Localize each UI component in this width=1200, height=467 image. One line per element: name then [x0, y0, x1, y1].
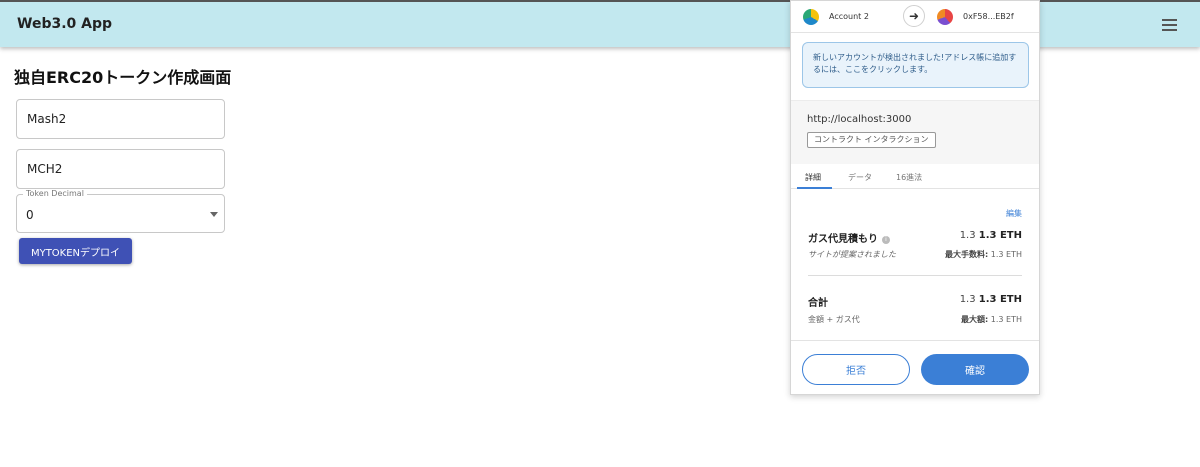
tab-hex[interactable]: 16進法 — [896, 172, 922, 183]
token-name-field[interactable] — [16, 99, 225, 139]
to-address[interactable]: 0xF58...EB2f — [963, 12, 1014, 21]
total-label: 合計 — [808, 298, 828, 309]
total-amount: 1.3 1.3 ETH — [960, 294, 1022, 305]
tab-data[interactable]: データ — [848, 172, 872, 183]
gas-amount: 1.3 1.3 ETH — [960, 230, 1022, 241]
gas-max-fee-value: 1.3 ETH — [990, 250, 1022, 259]
wallet-confirm-popup: Account 2 ➜ 0xF58...EB2f 新しいアカウントが検出されまし… — [790, 0, 1040, 395]
info-icon[interactable]: i — [882, 236, 890, 244]
gas-estimate-label: ガス代見積もり — [808, 234, 878, 245]
origin-area: http://localhost:3000 コントラクト インタラクション — [791, 100, 1039, 164]
app-title: Web3.0 App — [17, 16, 113, 32]
arrow-right-icon: ➜ — [903, 5, 925, 27]
gas-amount-plain: 1.3 — [959, 230, 976, 241]
divider — [808, 275, 1022, 276]
total-max-label: 最大額: — [961, 315, 989, 324]
from-account-name[interactable]: Account 2 — [829, 12, 869, 21]
total-breakdown-note: 金額 + ガス代 — [808, 315, 860, 324]
token-name-input[interactable] — [17, 100, 224, 138]
total-amount-plain: 1.3 — [959, 294, 976, 305]
popup-footer: 拒否 確認 — [791, 340, 1039, 395]
tab-details[interactable]: 詳細 — [805, 172, 821, 183]
from-account-avatar-icon — [803, 9, 819, 25]
to-account-avatar-icon — [937, 9, 953, 25]
confirm-button[interactable]: 確認 — [921, 354, 1029, 385]
gas-max-fee: 最大手数料: 1.3 ETH — [945, 249, 1022, 260]
gas-estimate-row: ガス代見積もり i — [808, 230, 890, 245]
gas-max-fee-label: 最大手数料: — [945, 250, 989, 259]
new-account-notice[interactable]: 新しいアカウントが検出されました!アドレス帳に追加するには、ここをクリックします… — [802, 42, 1029, 88]
detail-tabs: 詳細 データ 16進法 — [791, 165, 1039, 189]
caret-down-icon[interactable] — [210, 212, 218, 217]
active-tab-indicator — [797, 187, 832, 189]
origin-url: http://localhost:3000 — [807, 114, 912, 125]
token-symbol-input[interactable] — [17, 150, 224, 188]
contract-interaction-tag: コントラクト インタラクション — [807, 132, 936, 148]
total-max-value: 1.3 ETH — [990, 315, 1022, 324]
token-decimal-select[interactable]: Token Decimal 0 — [16, 189, 225, 233]
edit-link[interactable]: 編集 — [1006, 208, 1022, 219]
hamburger-menu-icon[interactable] — [1162, 19, 1177, 31]
total-max-amount: 最大額: 1.3 ETH — [961, 314, 1022, 325]
gas-suggested-note: サイトが提案されました — [808, 250, 896, 259]
token-decimal-label: Token Decimal — [23, 189, 87, 198]
deploy-token-button[interactable]: MYTOKENデプロイ — [19, 238, 132, 264]
gas-amount-bold: 1.3 ETH — [978, 230, 1022, 241]
reject-button[interactable]: 拒否 — [802, 354, 910, 385]
page-title: 独自ERC20トークン作成画面 — [14, 68, 232, 87]
total-amount-bold: 1.3 ETH — [978, 294, 1022, 305]
token-symbol-field[interactable] — [16, 149, 225, 189]
account-bar: Account 2 ➜ 0xF58...EB2f — [791, 1, 1039, 33]
token-decimal-value: 0 — [26, 208, 34, 222]
